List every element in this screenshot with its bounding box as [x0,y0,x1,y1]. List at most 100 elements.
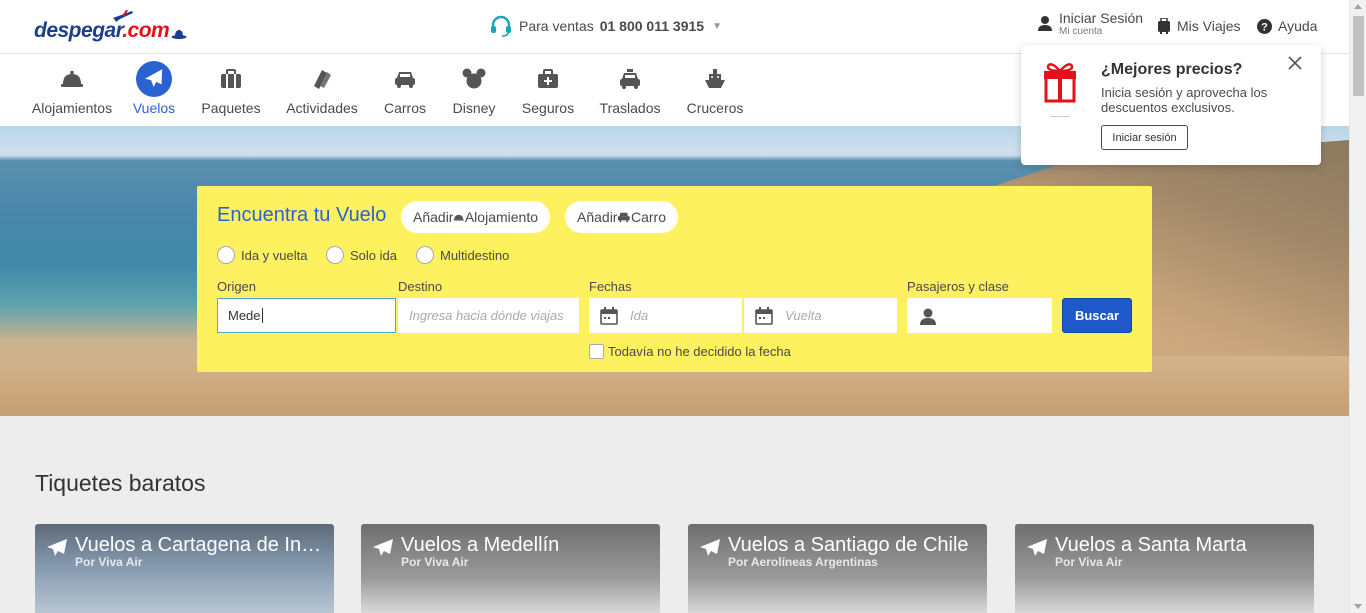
hotel-bell-icon [54,61,90,97]
destination-label: Destino [398,279,443,294]
despegar-logo[interactable]: despegar.com [34,10,187,43]
nav-item-cruceros[interactable]: Cruceros [686,54,744,126]
help-link[interactable]: ? Ayuda [1257,18,1317,34]
checkbox-label: Todavía no he decidido la fecha [608,344,791,359]
passengers-label: Pasajeros y clase [907,279,1009,294]
add-hotel-button[interactable]: Añadir Alojamiento [401,201,550,233]
radio-multi-destination[interactable]: Multidestino [416,246,509,264]
passengers-input[interactable] [907,298,1052,333]
promo-title: ¿Mejores precios? [1101,61,1243,78]
my-trips-label: Mis Viajes [1177,18,1241,34]
plane-icon [373,539,393,556]
signin-button[interactable]: Iniciar Sesión Mi cuenta [1037,10,1144,38]
luggage-icon [1158,18,1170,34]
add-car-button[interactable]: Añadir Carro [565,201,678,233]
nav-item-disney[interactable]: Disney [453,54,495,126]
dates-label: Fechas [589,279,632,294]
deal-title: Vuelos a Medellín [401,534,560,556]
close-icon[interactable] [1287,55,1303,71]
text-cursor [261,308,263,323]
user-icon [1038,16,1052,31]
undecided-date-checkbox[interactable]: Todavía no he decidido la fecha [589,344,791,359]
nav-label: Vuelos [132,100,176,116]
nav-item-paquetes[interactable]: Paquetes [201,54,261,126]
radio-circle[interactable] [217,246,235,264]
signin-label: Iniciar Sesión [1059,10,1144,26]
nav-label: Actividades [286,100,358,116]
chevron-down-icon[interactable]: ▼ [712,21,722,32]
page-scrollbar[interactable] [1349,0,1366,613]
calendar-icon [600,306,618,325]
nav-item-actividades[interactable]: Actividades [286,54,358,126]
account-sublabel: Mi cuenta [1059,26,1103,37]
nav-label: Traslados [599,100,661,116]
nav-label: Paquetes [201,100,261,116]
search-button[interactable]: Buscar [1062,298,1132,333]
calendar-icon [755,306,773,325]
deal-airline: Por Aerolíneas Argentinas [728,555,878,569]
scroll-up-arrow-icon[interactable] [1354,4,1362,9]
deal-airline: Por Viva Air [75,555,143,569]
logo-wordmark: despegar.com [34,19,170,42]
svg-text:?: ? [1261,21,1268,33]
deal-card[interactable]: Vuelos a Medellín Por Viva Air [361,524,660,613]
help-icon: ? [1257,18,1272,34]
nav-item-seguros[interactable]: Seguros [521,54,575,126]
scroll-thumb[interactable] [1353,16,1364,96]
departure-date-input[interactable]: Ida [589,298,742,333]
promo-text: Inicia sesión y aprovecha los descuentos… [1101,85,1268,115]
promo-signin-button[interactable]: Iniciar sesión [1101,125,1188,150]
nav-item-traslados[interactable]: Traslados [599,54,661,126]
origin-value: Mede [228,308,261,323]
radio-label: Solo ida [350,247,397,263]
deal-title: Vuelos a Santa Marta [1055,534,1247,556]
radio-label: Multidestino [440,247,510,263]
nav-label: Cruceros [686,100,744,116]
scroll-down-arrow-icon[interactable] [1354,604,1362,609]
deal-title: Vuelos a Santiago de Chile [728,534,969,556]
deal-card[interactable]: Vuelos a Cartagena de Indias Por Viva Ai… [35,524,334,613]
add-hotel-label: Alojamiento [464,209,538,225]
promo-popover: ¿Mejores precios? Inicia sesión y aprove… [1021,45,1321,165]
headset-icon [491,15,511,37]
radio-circle[interactable] [326,246,344,264]
logo-plane-icon [113,10,133,22]
section-title: Tiquetes baratos [35,470,206,496]
nav-item-carros[interactable]: Carros [384,54,426,126]
return-date-input[interactable]: Vuelta [744,298,897,333]
flight-search-box: Encuentra tu Vuelo Añadir Alojamiento Añ… [197,186,1152,372]
plane-icon [1027,539,1047,556]
plane-icon [700,539,720,556]
deal-card[interactable]: Vuelos a Santa Marta Por Viva Air [1015,524,1314,613]
radio-one-way[interactable]: Solo ida [326,246,397,264]
car-icon [387,61,423,97]
sales-phone[interactable]: Para ventas 01 800 011 3915 ▼ [489,14,722,38]
nav-item-alojamientos[interactable]: Alojamientos [31,54,113,126]
plane-icon [136,61,172,97]
deal-card[interactable]: Vuelos a Santiago de Chile Por Aerolínea… [688,524,987,613]
my-trips-link[interactable]: Mis Viajes [1157,18,1241,34]
destination-input[interactable]: Ingresa hacia dónde viajas [398,298,579,333]
origin-input[interactable]: Mede [217,298,396,333]
radio-circle[interactable] [416,246,434,264]
nav-item-vuelos[interactable]: Vuelos [132,54,176,126]
deal-title: Vuelos a Cartagena de Indias [75,534,327,556]
mickey-icon [456,61,492,97]
plane-icon [47,539,67,556]
sales-number: 01 800 011 3915 [599,18,705,34]
deal-airline: Por Viva Air [401,555,469,569]
suitcase-icon [213,61,249,97]
ship-icon [697,61,733,97]
origin-label: Origen [217,279,257,294]
nav-label: Alojamientos [31,100,113,116]
gift-icon [1044,63,1076,117]
checkbox-box[interactable] [589,344,604,359]
departure-placeholder: Ida [630,308,649,323]
radio-round-trip[interactable]: Ida y vuelta [217,246,308,264]
search-heading: Encuentra tu Vuelo [217,204,387,226]
nav-label: Disney [452,100,496,116]
medical-case-icon [530,61,566,97]
add-car-label: Carro [630,209,666,225]
nav-label: Seguros [521,100,575,116]
radio-label: Ida y vuelta [241,247,308,263]
